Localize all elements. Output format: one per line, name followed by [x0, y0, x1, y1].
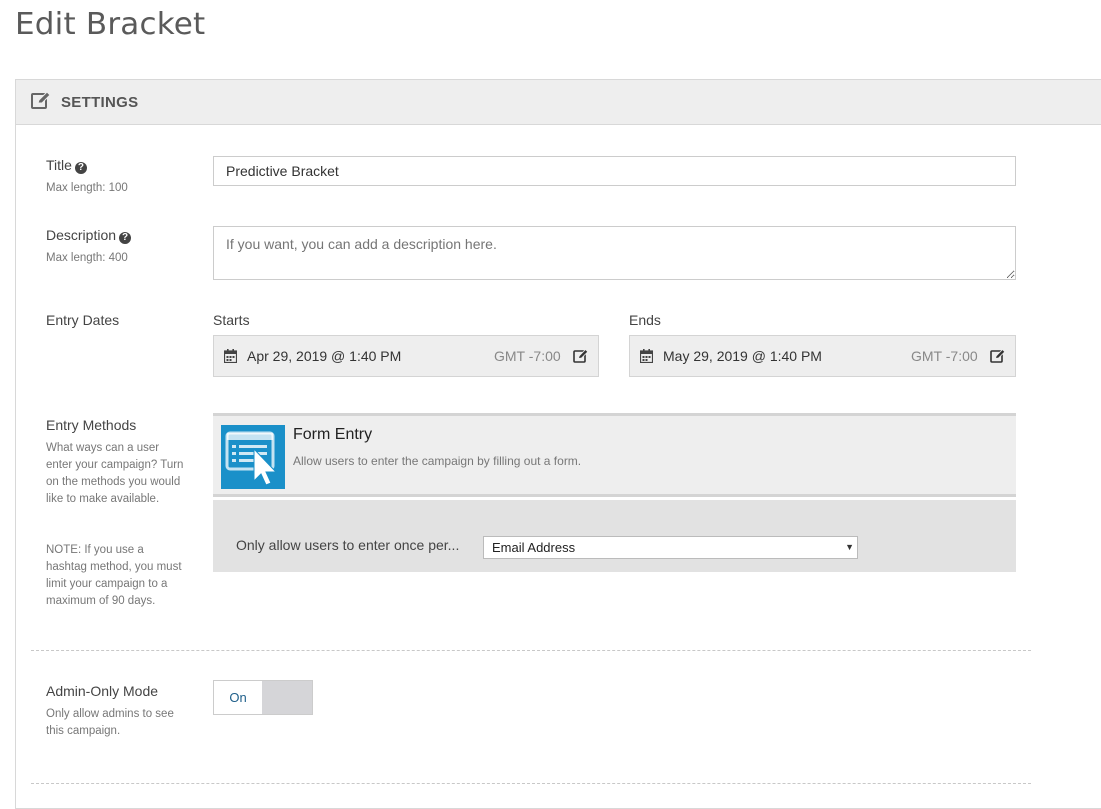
form-entry-description: Allow users to enter the campaign by fil…	[293, 454, 582, 468]
form-cursor-icon	[221, 425, 285, 489]
section-divider	[31, 650, 1031, 651]
entry-dates-label: Entry Dates	[46, 312, 120, 328]
form-entry-title: Form Entry	[293, 426, 373, 443]
caret-down-icon: ▼	[845, 542, 854, 552]
panel-header: SETTINGS	[16, 80, 1101, 125]
entry-methods-note: NOTE: If you use a hashtag method, you m…	[46, 544, 182, 607]
title-input[interactable]	[213, 156, 1016, 186]
panel-title: SETTINGS	[61, 94, 139, 111]
admin-mode-hint: Only allow admins to see this campaign.	[46, 708, 174, 737]
toggle-knob[interactable]	[262, 681, 312, 714]
toggle-on-label: On	[214, 681, 262, 714]
admin-mode-toggle[interactable]: On	[213, 680, 313, 715]
calendar-icon	[224, 349, 237, 363]
once-per-select[interactable]: Email Address ▼	[483, 536, 858, 559]
entry-methods-label: Entry Methods	[46, 417, 137, 433]
description-input[interactable]	[213, 226, 1016, 280]
form-entry-options: Only allow users to enter once per... Em…	[213, 500, 1016, 572]
description-label: Description?	[46, 227, 132, 244]
end-date-picker[interactable]: May 29, 2019 @ 1:40 PM GMT -7:00	[629, 335, 1016, 377]
edit-icon[interactable]	[990, 348, 1006, 364]
question-circle-icon[interactable]: ?	[119, 232, 132, 244]
title-label-text: Title	[46, 157, 72, 173]
once-per-label: Only allow users to enter once per...	[236, 537, 460, 553]
description-label-text: Description	[46, 227, 117, 243]
start-date-picker[interactable]: Apr 29, 2019 @ 1:40 PM GMT -7:00	[213, 335, 599, 377]
section-divider	[31, 783, 1031, 784]
entry-methods-hint: What ways can a user enter your campaign…	[46, 442, 184, 505]
starts-label: Starts	[213, 312, 250, 328]
title-label: Title?	[46, 157, 87, 174]
admin-mode-label: Admin-Only Mode	[46, 683, 159, 699]
end-timezone: GMT -7:00	[911, 348, 978, 364]
start-date-value: Apr 29, 2019 @ 1:40 PM	[247, 348, 402, 364]
edit-icon[interactable]	[573, 348, 589, 364]
ends-label: Ends	[629, 312, 661, 328]
description-hint: Max length: 400	[46, 252, 128, 264]
settings-panel: SETTINGS Title? Max length: 100 Descript…	[15, 79, 1101, 809]
once-per-value: Email Address	[492, 540, 576, 555]
page-title: Edit Bracket	[15, 6, 206, 42]
edit-icon	[31, 91, 51, 109]
end-date-value: May 29, 2019 @ 1:40 PM	[663, 348, 822, 364]
calendar-icon	[640, 349, 653, 363]
start-timezone: GMT -7:00	[494, 348, 561, 364]
form-entry-method[interactable]: Form Entry Allow users to enter the camp…	[213, 413, 1016, 497]
title-hint: Max length: 100	[46, 182, 128, 194]
question-circle-icon[interactable]: ?	[74, 162, 87, 174]
